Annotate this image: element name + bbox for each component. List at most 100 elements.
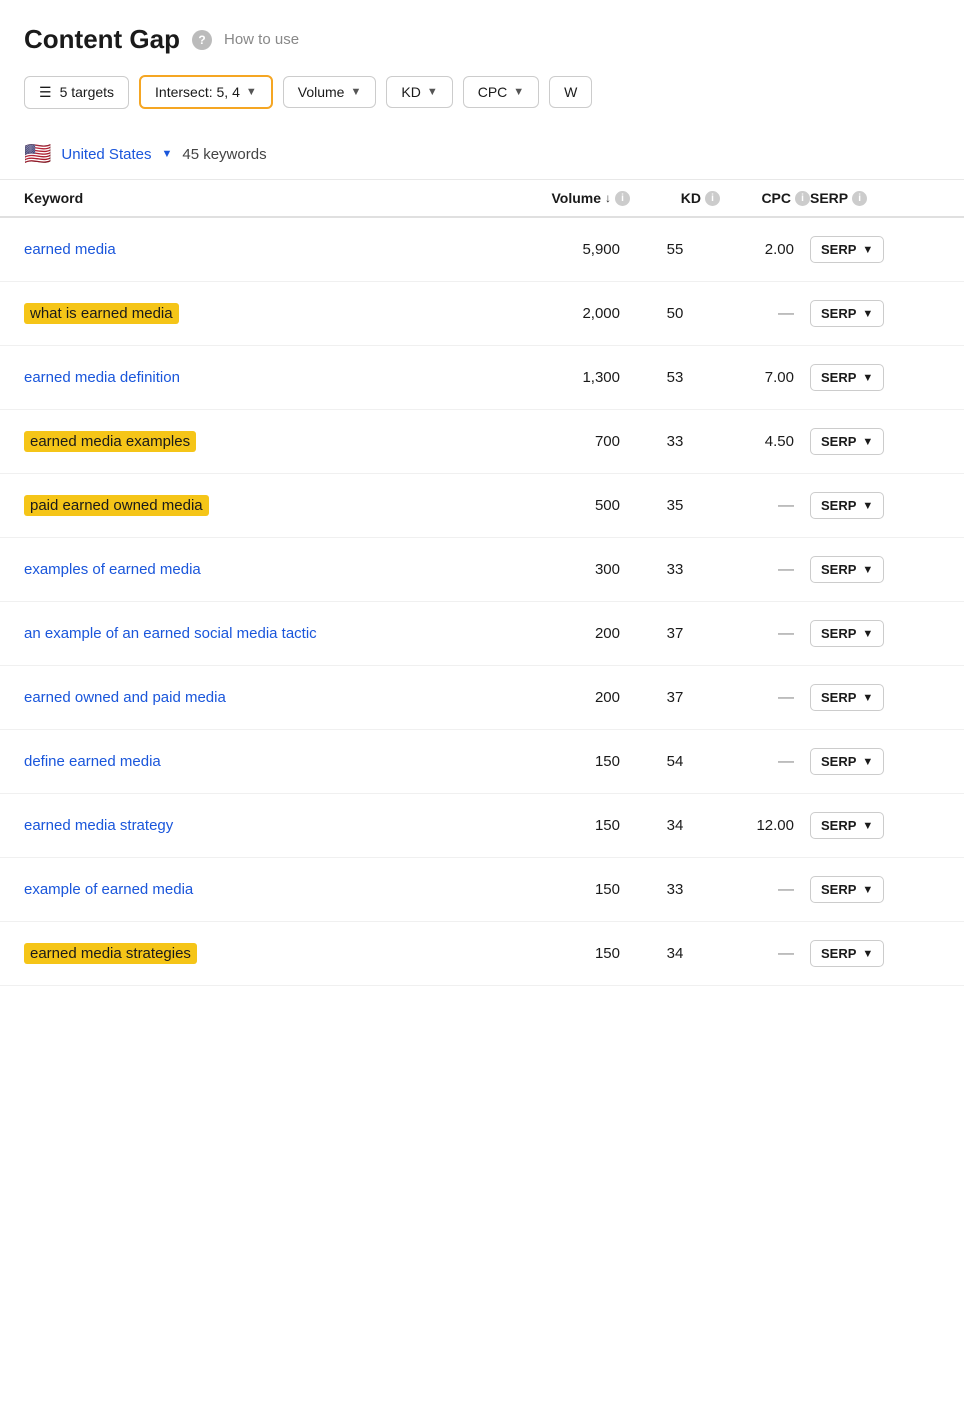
serp-button[interactable]: SERP ▼ [810,556,884,583]
keyword-cell: examples of earned media [24,559,490,580]
serp-button[interactable]: SERP ▼ [810,812,884,839]
serp-button[interactable]: SERP ▼ [810,364,884,391]
kd-cell: 33 [630,433,720,450]
targets-filter-button[interactable]: ☰ 5 targets [24,76,129,109]
kd-cell: 37 [630,625,720,642]
serp-chevron-icon: ▼ [862,500,873,512]
help-icon[interactable]: ? [192,30,212,50]
serp-cell: SERP ▼ [810,300,940,327]
serp-chevron-icon: ▼ [862,692,873,704]
keyword-link[interactable]: earned owned and paid media [24,687,226,708]
serp-button[interactable]: SERP ▼ [810,236,884,263]
serp-cell: SERP ▼ [810,812,940,839]
serp-label: SERP [821,306,856,321]
serp-button[interactable]: SERP ▼ [810,428,884,455]
cpc-dash: — [778,689,794,706]
serp-chevron-icon: ▼ [862,372,873,384]
keyword-highlighted[interactable]: what is earned media [24,303,179,324]
keyword-link[interactable]: examples of earned media [24,559,201,580]
table-row: earned media examples 700 33 4.50 SERP ▼ [0,410,964,474]
keyword-cell: earned media [24,239,490,260]
volume-cell: 150 [490,945,630,962]
th-kd: KD i [630,190,720,206]
keyword-link[interactable]: earned media definition [24,367,180,388]
keyword-cell: paid earned owned media [24,495,490,516]
volume-cell: 150 [490,817,630,834]
keyword-cell: earned owned and paid media [24,687,490,708]
serp-cell: SERP ▼ [810,620,940,647]
keyword-highlighted[interactable]: paid earned owned media [24,495,209,516]
cpc-dash: — [778,945,794,962]
cpc-info-icon[interactable]: i [795,191,810,206]
cpc-value: 4.50 [765,433,794,450]
kd-info-icon[interactable]: i [705,191,720,206]
serp-button[interactable]: SERP ▼ [810,876,884,903]
page-header: Content Gap ? How to use [0,24,964,75]
cpc-label: CPC [478,84,508,100]
cpc-value: 7.00 [765,369,794,386]
table-row: earned media 5,900 55 2.00 SERP ▼ [0,218,964,282]
keyword-highlighted[interactable]: earned media examples [24,431,196,452]
keyword-link[interactable]: example of earned media [24,879,193,900]
toolbar: ☰ 5 targets Intersect: 5, 4 ▼ Volume ▼ K… [0,75,964,129]
serp-label: SERP [821,562,856,577]
serp-button[interactable]: SERP ▼ [810,748,884,775]
how-to-use-link[interactable]: How to use [224,31,299,48]
cpc-cell: — [720,689,810,707]
keyword-link[interactable]: earned media [24,239,116,260]
volume-dropdown-button[interactable]: Volume ▼ [283,76,377,108]
serp-label: SERP [821,370,856,385]
th-cpc: CPC i [720,190,810,206]
volume-info-icon[interactable]: i [615,191,630,206]
serp-cell: SERP ▼ [810,876,940,903]
volume-cell: 300 [490,561,630,578]
serp-chevron-icon: ▼ [862,820,873,832]
keyword-link[interactable]: define earned media [24,751,161,772]
serp-button[interactable]: SERP ▼ [810,620,884,647]
keyword-cell: an example of an earned social media tac… [24,623,490,644]
serp-label: SERP [821,626,856,641]
volume-cell: 5,900 [490,241,630,258]
intersect-dropdown-button[interactable]: Intersect: 5, 4 ▼ [139,75,273,109]
serp-label: SERP [821,498,856,513]
table-row: example of earned media 150 33 — SERP ▼ [0,858,964,922]
table-row: examples of earned media 300 33 — SERP ▼ [0,538,964,602]
keyword-highlighted[interactable]: earned media strategies [24,943,197,964]
cpc-value: 2.00 [765,241,794,258]
country-selector[interactable]: United States [61,146,151,163]
volume-cell: 200 [490,689,630,706]
cpc-dropdown-button[interactable]: CPC ▼ [463,76,539,108]
table-row: earned media strategy 150 34 12.00 SERP … [0,794,964,858]
keyword-link[interactable]: an example of an earned social media tac… [24,623,317,644]
serp-button[interactable]: SERP ▼ [810,300,884,327]
sort-icon[interactable]: ↓ [605,191,611,205]
serp-info-icon[interactable]: i [852,191,867,206]
serp-chevron-icon: ▼ [862,628,873,640]
cpc-dash: — [778,881,794,898]
kd-cell: 34 [630,817,720,834]
kd-cell: 54 [630,753,720,770]
country-chevron-icon[interactable]: ▼ [161,148,172,160]
serp-cell: SERP ▼ [810,940,940,967]
serp-button[interactable]: SERP ▼ [810,684,884,711]
serp-button[interactable]: SERP ▼ [810,940,884,967]
serp-chevron-icon: ▼ [862,564,873,576]
cpc-dash: — [778,561,794,578]
targets-label: 5 targets [60,84,114,100]
serp-chevron-icon: ▼ [862,756,873,768]
serp-chevron-icon: ▼ [862,308,873,320]
w-dropdown-button[interactable]: W [549,76,592,108]
serp-chevron-icon: ▼ [862,244,873,256]
kd-cell: 53 [630,369,720,386]
serp-cell: SERP ▼ [810,236,940,263]
serp-label: SERP [821,818,856,833]
chevron-down-icon: ▼ [427,86,438,98]
serp-button[interactable]: SERP ▼ [810,492,884,519]
serp-cell: SERP ▼ [810,556,940,583]
cpc-cell: — [720,305,810,323]
chevron-down-icon: ▼ [513,86,524,98]
table-row: earned owned and paid media 200 37 — SER… [0,666,964,730]
kd-dropdown-button[interactable]: KD ▼ [386,76,452,108]
kd-cell: 37 [630,689,720,706]
keyword-link[interactable]: earned media strategy [24,815,173,836]
